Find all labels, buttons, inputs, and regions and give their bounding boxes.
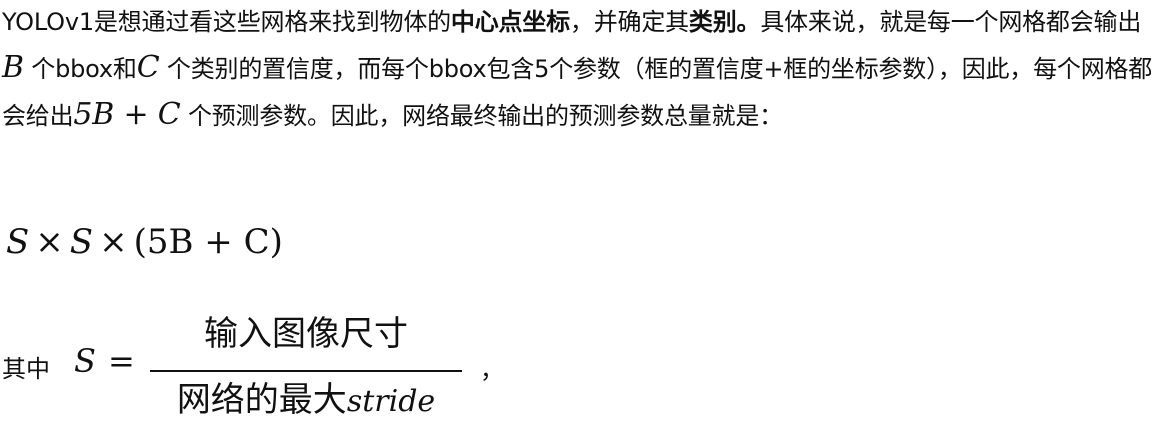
math-var-C: C bbox=[136, 50, 160, 85]
formula-times: × bbox=[35, 222, 64, 262]
formula-S: S bbox=[69, 222, 94, 262]
fraction-bar bbox=[150, 370, 462, 372]
math-var-B: B bbox=[2, 50, 24, 85]
fraction: 输入图像尺寸 网络的最大stride bbox=[150, 310, 462, 420]
formula-paren-term: (5B + C) bbox=[133, 222, 283, 262]
formula-times: × bbox=[99, 222, 128, 262]
text-segment: ，并确定其 bbox=[569, 8, 689, 36]
denominator-var-stride: stride bbox=[346, 384, 436, 419]
denominator-text: 网络的最大 bbox=[176, 380, 347, 420]
where-label: 其中 bbox=[2, 355, 50, 383]
text-segment: YOLOv1是想通过看这些网格来找到物体的 bbox=[2, 8, 451, 36]
math-expr-5BC: 5B + C bbox=[73, 97, 181, 132]
fraction-denominator: 网络的最大stride bbox=[150, 376, 462, 426]
document-body: YOLOv1是想通过看这些网格来找到物体的中心点坐标，并确定其类别。具体来说，就… bbox=[2, 0, 1162, 139]
fraction-numerator: 输入图像尺寸 bbox=[204, 314, 408, 354]
text-segment: 具体来说，就是每一个网格都会输出 bbox=[760, 8, 1142, 36]
bold-center-coordinates: 中心点坐标 bbox=[450, 8, 570, 36]
where-definition: 其中 S = 输入图像尺寸 网络的最大stride ， bbox=[2, 310, 602, 420]
where-equals: = bbox=[108, 342, 135, 380]
bold-category: 类别。 bbox=[688, 8, 761, 36]
explanation-paragraph: YOLOv1是想通过看这些网格来找到物体的中心点坐标，并确定其类别。具体来说，就… bbox=[2, 0, 1162, 139]
text-segment: 个预测参数。因此，网络最终输出的预测参数总量就是： bbox=[180, 102, 783, 130]
trailing-comma: ， bbox=[480, 356, 504, 384]
formula-S: S bbox=[6, 222, 30, 262]
text-segment: 个bbox和 bbox=[23, 55, 137, 83]
where-var-S: S bbox=[74, 342, 96, 380]
output-size-formula: S × S × (5B + C) bbox=[6, 222, 283, 262]
